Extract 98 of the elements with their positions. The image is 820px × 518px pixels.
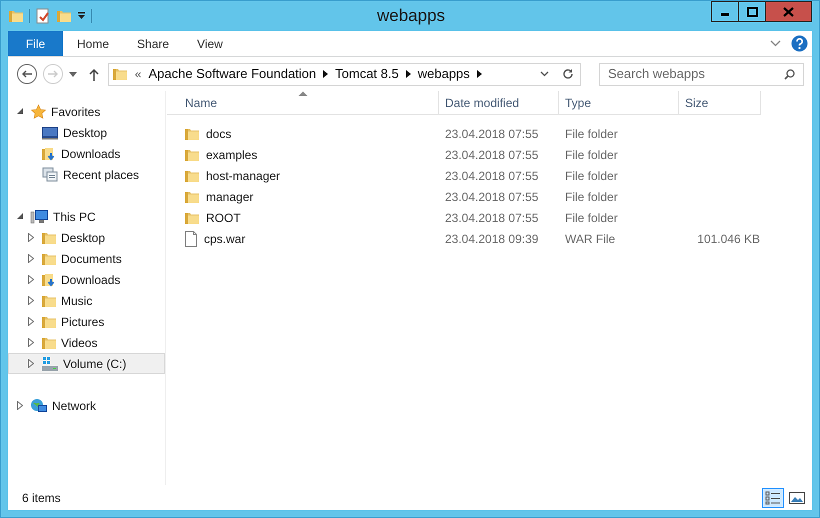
star-icon: [30, 104, 47, 120]
ribbon-tab[interactable]: Share: [123, 31, 184, 56]
network-icon: [30, 398, 48, 414]
recent-locations-icon[interactable]: [68, 72, 77, 76]
type-cell: File folder: [565, 168, 618, 182]
ribbon-tab[interactable]: View: [183, 31, 237, 56]
date-cell: 23.04.2018 07:55: [445, 190, 538, 204]
computer-icon: [30, 208, 49, 224]
column-header[interactable]: Date modified: [439, 91, 559, 115]
ribbon-tab[interactable]: Home: [63, 31, 124, 56]
close-button[interactable]: [765, 1, 812, 22]
nav-row[interactable]: Pictures: [8, 311, 165, 332]
column-header[interactable]: Type: [559, 91, 679, 115]
drive-icon: [41, 356, 59, 372]
breadcrumb[interactable]: Apache Software Foundation: [148, 64, 316, 84]
search-icon: [784, 68, 795, 80]
collapsed-arrow-icon[interactable]: [28, 254, 37, 263]
nav-item[interactable]: Documents: [61, 250, 122, 268]
chevron-icon[interactable]: [770, 40, 781, 47]
type-cell: File folder: [565, 210, 618, 224]
nav-row[interactable]: Music: [8, 290, 165, 311]
details-view-button[interactable]: [762, 488, 784, 508]
nav-item[interactable]: Desktop: [61, 228, 106, 246]
search-field[interactable]: Search webapps: [599, 62, 804, 86]
nav-item[interactable]: Recent places: [63, 166, 140, 184]
forward-arrow-icon: [48, 70, 58, 78]
refresh-icon[interactable]: [562, 68, 574, 80]
up-arrow-icon[interactable]: [88, 68, 99, 80]
dropdown-icon[interactable]: [77, 12, 86, 20]
help-icon[interactable]: [791, 35, 808, 52]
recent-places-icon: [41, 166, 59, 182]
nav-row[interactable]: Downloads: [8, 269, 165, 290]
item-count: 6 items: [22, 490, 61, 506]
back-arrow-icon: [22, 70, 32, 78]
address-bar[interactable]: « Apache Software Foundation Tomcat 8.5 webapps: [108, 62, 581, 86]
type-cell: File folder: [565, 190, 618, 204]
nav-item[interactable]: Downloads: [61, 144, 120, 162]
type-cell: File folder: [565, 148, 618, 162]
breadcrumb-arrow-icon[interactable]: [323, 70, 328, 78]
collapsed-arrow-icon[interactable]: [28, 233, 37, 242]
nav-item[interactable]: Volume (C:): [63, 354, 126, 372]
monitor-icon: [41, 124, 59, 140]
nav-item[interactable]: Downloads: [61, 270, 120, 288]
breadcrumb-arrow-icon[interactable]: [476, 70, 482, 78]
overflow-chevron[interactable]: «: [134, 65, 142, 83]
file-tab[interactable]: File: [8, 31, 63, 56]
nav-item[interactable]: Pictures: [61, 312, 104, 330]
nav-row[interactable]: Volume (C:): [8, 353, 165, 374]
breadcrumb[interactable]: Tomcat 8.5: [335, 64, 399, 84]
file-name[interactable]: cps.war: [204, 230, 246, 248]
nav-item[interactable]: Desktop: [63, 124, 108, 142]
maximize-icon: [746, 6, 758, 16]
type-cell: File folder: [565, 126, 618, 140]
nav-row[interactable]: Desktop: [8, 227, 165, 248]
sort-arrow-icon: [298, 91, 307, 96]
collapsed-arrow-icon[interactable]: [28, 317, 37, 326]
nav-row[interactable]: Videos: [8, 332, 165, 353]
date-cell: 23.04.2018 07:55: [445, 148, 538, 162]
minimize-icon: [721, 13, 729, 16]
properties-icon[interactable]: [35, 8, 51, 24]
breadcrumb-arrow-icon[interactable]: [406, 70, 411, 78]
nav-item[interactable]: Videos: [61, 334, 98, 352]
file-name[interactable]: examples: [206, 146, 258, 164]
downloads-folder-icon: [41, 272, 57, 288]
collapsed-arrow-icon[interactable]: [28, 338, 37, 347]
breadcrumb[interactable]: webapps: [418, 64, 470, 84]
file-name[interactable]: ROOT: [206, 208, 241, 226]
expanded-arrow-icon[interactable]: [17, 108, 26, 115]
downloads-folder-icon: [41, 146, 57, 162]
collapsed-arrow-icon[interactable]: [28, 275, 37, 284]
collapsed-arrow-icon[interactable]: [28, 296, 37, 305]
search-input[interactable]: Search webapps: [608, 64, 784, 84]
date-cell: 23.04.2018 09:39: [445, 232, 538, 246]
date-cell: 23.04.2018 07:55: [445, 126, 538, 140]
close-icon: [783, 6, 794, 16]
back-button[interactable]: [17, 64, 37, 84]
window-title: webapps: [376, 5, 446, 28]
size-cell: 101.046 KB: [697, 232, 760, 246]
column-header[interactable]: Name: [167, 91, 439, 115]
expanded-arrow-icon[interactable]: [17, 213, 26, 220]
nav-row[interactable]: Documents: [8, 248, 165, 269]
date-cell: 23.04.2018 07:55: [445, 210, 538, 224]
date-cell: 23.04.2018 07:55: [445, 168, 538, 182]
nav-item[interactable]: Favorites: [51, 102, 100, 120]
minimize-button[interactable]: [711, 1, 738, 22]
file-name[interactable]: docs: [206, 124, 232, 142]
file-name[interactable]: manager: [206, 188, 254, 206]
nav-item[interactable]: This PC: [53, 208, 96, 226]
dropdown-icon[interactable]: [540, 71, 549, 77]
file-name[interactable]: host-manager: [206, 166, 280, 184]
file-icon: [184, 230, 198, 246]
nav-item[interactable]: Music: [61, 292, 92, 310]
nav-item[interactable]: Network: [52, 396, 96, 414]
column-header[interactable]: Size: [679, 91, 761, 115]
collapsed-arrow-icon[interactable]: [28, 359, 37, 368]
collapsed-arrow-icon[interactable]: [17, 401, 26, 410]
type-cell: WAR File: [565, 232, 616, 246]
folder-icon: [112, 66, 128, 82]
